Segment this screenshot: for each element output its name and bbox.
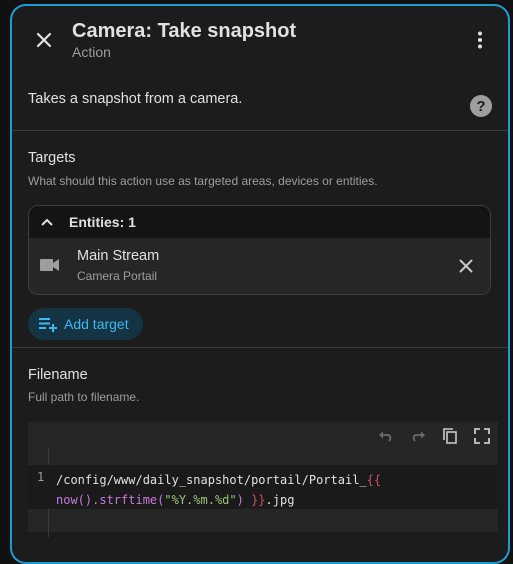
add-target-label: Add target — [64, 316, 129, 332]
code-paren: ) — [236, 493, 252, 507]
copy-icon — [443, 428, 457, 444]
action-editor-dialog: Camera: Take snapshot Action Takes a sna… — [10, 4, 510, 564]
undo-button[interactable] — [370, 422, 402, 450]
filename-hint: Full path to filename. — [28, 390, 140, 404]
dialog-subtitle: Action — [72, 44, 111, 60]
code-path: /config/www/daily_snapshot/portail/Porta… — [56, 473, 367, 487]
code-open-brace: {{ — [366, 473, 382, 487]
close-icon — [36, 32, 52, 48]
dialog-title: Camera: Take snapshot — [72, 20, 297, 42]
redo-icon — [412, 431, 425, 442]
entities-panel: Entities: 1 Main Stream Camera Portail — [28, 205, 491, 295]
divider — [12, 130, 508, 131]
divider — [12, 347, 508, 348]
entities-count-label: Entities: 1 — [69, 214, 136, 230]
code-close-brace: }} — [251, 493, 266, 507]
add-target-button[interactable]: Add target — [28, 308, 143, 340]
entity-chip[interactable]: Main Stream Camera Portail — [29, 238, 490, 294]
remove-entity-button[interactable] — [456, 256, 476, 276]
code-extension: .jpg — [265, 493, 295, 507]
action-description: Takes a snapshot from a camera. — [28, 91, 243, 107]
close-button[interactable] — [30, 26, 58, 54]
entity-name: Main Stream — [77, 248, 160, 264]
close-icon — [459, 259, 473, 273]
overflow-menu-button[interactable] — [468, 28, 492, 52]
more-vertical-icon — [478, 31, 482, 49]
video-camera-icon — [39, 257, 61, 278]
template-code-editor[interactable]: 1 /config/www/daily_snapshot/portail/Por… — [28, 422, 498, 537]
code-content[interactable]: /config/www/daily_snapshot/portail/Porta… — [56, 470, 381, 510]
entity-area: Camera Portail — [77, 269, 158, 283]
entities-expander[interactable]: Entities: 1 — [29, 206, 490, 238]
redo-button[interactable] — [402, 422, 434, 450]
help-icon[interactable]: ? — [470, 95, 492, 117]
chevron-up-icon — [41, 218, 61, 226]
code-function: now().strftime( — [56, 493, 165, 507]
dialog-header: Camera: Take snapshot Action — [12, 6, 508, 78]
editor-toolbar — [370, 422, 498, 450]
undo-icon — [379, 431, 392, 442]
targets-hint: What should this action use as targeted … — [28, 174, 378, 188]
line-number: 1 — [37, 470, 45, 484]
filename-title: Filename — [28, 367, 88, 383]
code-string: "%Y.%m.%d" — [164, 493, 237, 507]
fullscreen-button[interactable] — [466, 422, 498, 450]
copy-button[interactable] — [434, 422, 466, 450]
fullscreen-icon — [474, 428, 490, 444]
targets-title: Targets — [28, 150, 76, 166]
playlist-plus-icon — [39, 318, 57, 332]
